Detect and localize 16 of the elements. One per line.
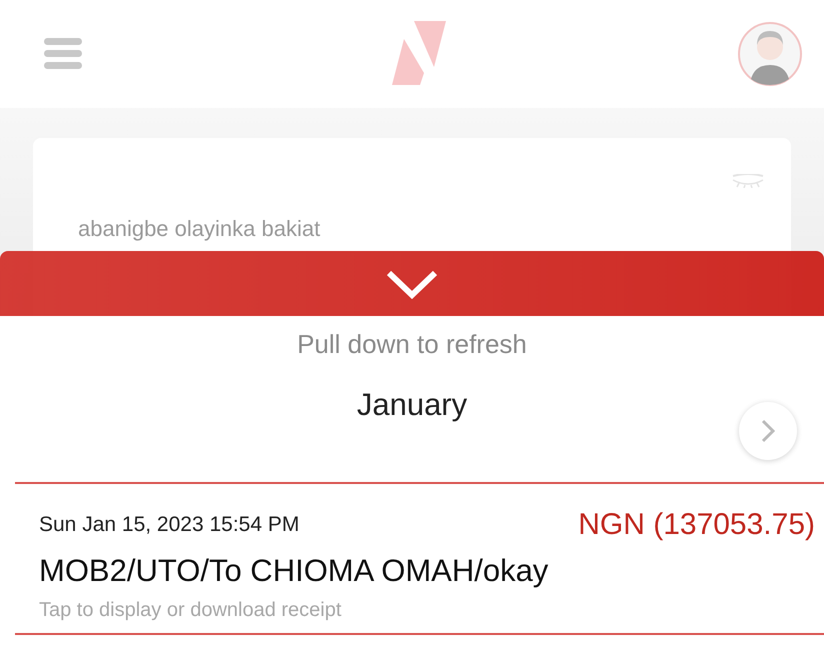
logo-icon — [392, 21, 448, 87]
receipt-hint: Tap to display or download receipt — [39, 598, 342, 623]
refresh-hint: Pull down to refresh — [297, 328, 527, 360]
menu-icon[interactable] — [44, 38, 82, 70]
avatar-icon[interactable] — [737, 21, 803, 87]
transaction-amount: NGN (137053.75) — [578, 507, 815, 543]
transaction-date: Sun Jan 15, 2023 15:54 PM — [39, 512, 300, 538]
next-month-button[interactable] — [739, 402, 797, 460]
pull-down-bar[interactable] — [0, 251, 824, 316]
transaction-row[interactable]: Sun Jan 15, 2023 15:54 PM NGN (137053.75) MOB2/UTO/To CHIOMA OMAH/okay Tap to display or download receipt — [15, 484, 824, 635]
account-name: abanigbe olayinka bakiat — [78, 216, 320, 242]
chevron-down-icon — [385, 268, 439, 298]
month-title: January — [356, 386, 468, 424]
chevron-right-icon — [761, 419, 775, 443]
hidden-eye-icon[interactable] — [731, 174, 765, 188]
transaction-description: MOB2/UTO/To CHIOMA OMAH/okay — [39, 552, 550, 590]
